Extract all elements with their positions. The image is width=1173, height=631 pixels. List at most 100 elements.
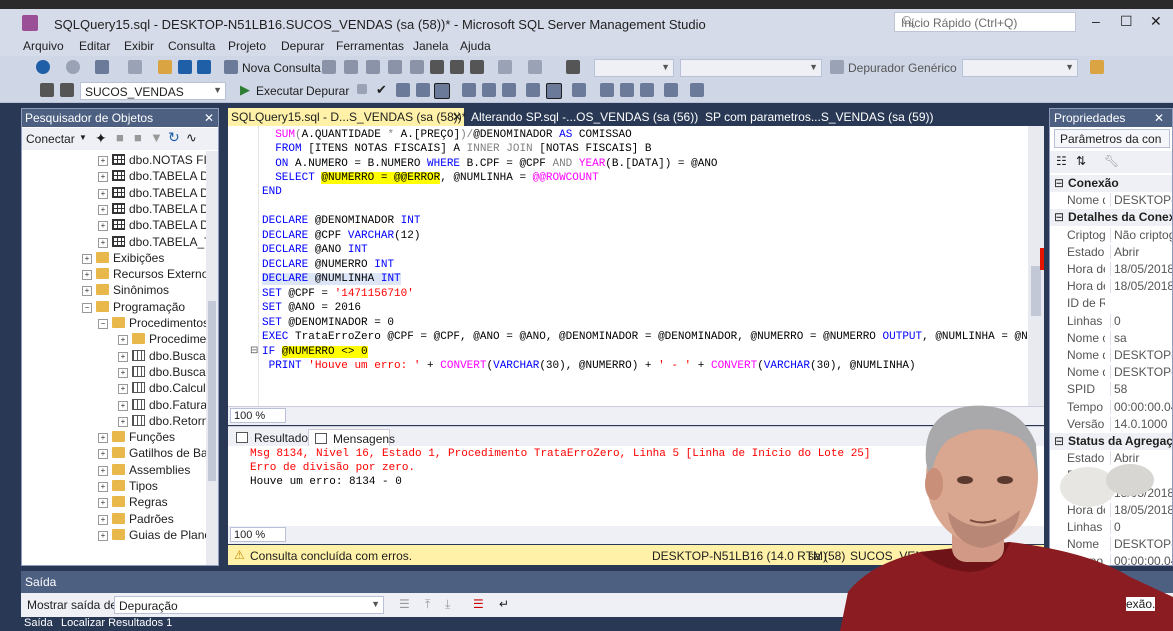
minimize-button[interactable]: – [1092,13,1100,29]
expand-icon[interactable]: + [98,530,108,541]
tab-alterando-sp[interactable]: Alterando SP.sql -...OS_VENDAS (sa (56)) [468,108,698,126]
collapse-icon[interactable]: − [82,302,92,313]
new-query-button[interactable]: Nova Consulta [242,61,321,75]
close-icon[interactable]: ✕ [1154,111,1164,125]
expand-icon[interactable]: + [118,384,128,395]
menu-janela[interactable]: Janela [413,39,448,53]
tab-sqlquery15[interactable]: SQLQuery15.sql - D...S_VENDAS (sa (58))*… [228,108,466,126]
back-icon[interactable] [36,60,50,74]
collapse-icon[interactable]: ⊟ [250,345,258,356]
new-query-icon[interactable] [224,60,238,74]
tab-saida[interactable]: Saída [24,617,53,629]
clear-all-icon[interactable]: ☰ [473,597,484,611]
stop-icon[interactable] [357,84,367,94]
estimated-plan-icon[interactable] [396,83,410,97]
property-pages-icon[interactable]: 🔧︎ [1104,154,1119,168]
debug-button[interactable]: Depurar [306,84,349,98]
forward-icon[interactable] [66,60,80,74]
word-wrap-icon[interactable]: ↵ [499,597,509,611]
client-stats-icon[interactable] [482,83,496,97]
menu-ferramentas[interactable]: Ferramentas [336,39,404,53]
output-source-dropdown[interactable]: Depuração ▼ [114,596,384,614]
object-explorer-scrollbar[interactable] [206,151,218,565]
redo-icon[interactable] [528,60,542,74]
property-row[interactable]: Criptog Não criptog [1050,227,1172,244]
connect-button[interactable]: Conectar [26,132,75,146]
property-category[interactable]: ⊟ Conexão [1050,175,1172,192]
prev-message-icon[interactable]: ⤒ [425,597,430,612]
uncomment-icon[interactable] [600,83,614,97]
mdx-query-icon[interactable] [322,60,336,74]
find-message-icon[interactable]: ☰ [399,597,410,611]
expand-icon[interactable]: + [98,465,108,476]
connect-icon[interactable] [40,83,54,97]
menu-projeto[interactable]: Projeto [228,39,266,53]
change-connection-icon[interactable] [60,83,74,97]
paste-icon[interactable] [470,60,484,74]
comment-icon[interactable] [572,83,586,97]
menu-editar[interactable]: Editar [79,39,110,53]
filter-icon[interactable]: ▼ [150,130,163,145]
expand-icon[interactable]: + [98,188,108,199]
results-text-icon[interactable] [502,83,516,97]
add-item-icon[interactable] [128,60,142,74]
property-row[interactable]: Hora de 18/05/2018 [1050,278,1172,295]
close-icon[interactable]: ✕ [204,111,214,125]
tab-sp-com-parametros[interactable]: SP com parametros...S_VENDAS (sa (59)) [702,108,934,126]
property-row[interactable]: Nome c sa [1050,330,1172,347]
solution-icon[interactable] [566,60,580,74]
save-all-icon[interactable] [197,60,211,74]
include-plan-icon[interactable] [434,83,450,99]
tab-localizar-resultados[interactable]: Localizar Resultados 1 [61,617,172,629]
menu-exibir[interactable]: Exibir [124,39,154,53]
chevron-down-icon[interactable]: ▼ [79,133,87,142]
dax-query-icon[interactable] [388,60,402,74]
property-row[interactable]: Nome d DESKTOP-N [1050,347,1172,364]
stop-icon[interactable]: ■ [134,130,142,145]
generic-debugger-button[interactable]: Depurador Genérico [848,61,957,75]
expand-icon[interactable]: + [98,433,108,444]
collapse-icon[interactable]: ⊟ [1054,210,1064,224]
results-file-icon[interactable] [546,83,562,99]
property-row[interactable]: ID de Ra [1050,295,1172,312]
menu-consulta[interactable]: Consulta [168,39,215,53]
next-message-icon[interactable]: ⤓ [445,597,450,612]
activity-monitor-icon[interactable]: ∿ [186,130,197,146]
maximize-button[interactable]: ☐ [1120,13,1133,30]
expand-icon[interactable]: + [82,286,92,297]
open-file-icon[interactable] [158,60,172,74]
expand-icon[interactable]: + [118,351,128,362]
parse-icon[interactable]: ✔ [376,82,387,98]
tab-resultados[interactable]: Resultados [230,429,314,446]
expand-icon[interactable]: + [118,416,128,427]
quick-launch-input[interactable]: Início Rápido (Ctrl+Q) 🔍︎ [894,12,1076,32]
expand-icon[interactable]: + [82,270,92,281]
categorized-icon[interactable]: ☷ [1056,154,1067,168]
intellisense-icon[interactable] [690,83,704,97]
menu-ajuda[interactable]: Ajuda [460,39,491,53]
expand-icon[interactable]: + [98,514,108,525]
expand-icon[interactable]: + [118,335,128,346]
properties-object-dropdown[interactable]: Parâmetros da con [1054,129,1170,148]
expand-icon[interactable]: + [98,498,108,509]
extension-icon[interactable] [1090,60,1104,74]
property-category[interactable]: ⊟ Detalhes da Conexão [1050,209,1172,227]
menu-depurar[interactable]: Depurar [281,39,324,53]
expand-icon[interactable]: + [82,253,92,264]
solution-config-dropdown[interactable]: ▼ [594,59,674,77]
copy-icon[interactable] [450,60,464,74]
save-icon[interactable] [178,60,192,74]
expand-icon[interactable]: + [98,221,108,232]
expand-icon[interactable]: + [98,482,108,492]
property-row[interactable]: Nome d DESKTOP-N [1050,364,1172,381]
collapse-icon[interactable]: − [98,319,108,329]
property-row[interactable]: Estado d Abrir [1050,244,1172,261]
expand-icon[interactable]: + [98,156,108,166]
debug-target-dropdown[interactable]: ▼ [962,59,1078,77]
specify-values-icon[interactable] [664,83,678,97]
editor-zoom-dropdown[interactable]: 100 % [230,408,286,423]
analysis-query-icon[interactable] [410,60,424,74]
menu-arquivo[interactable]: Arquivo [23,39,64,53]
query-designer-icon[interactable] [416,83,430,97]
live-stats-icon[interactable] [462,83,476,97]
